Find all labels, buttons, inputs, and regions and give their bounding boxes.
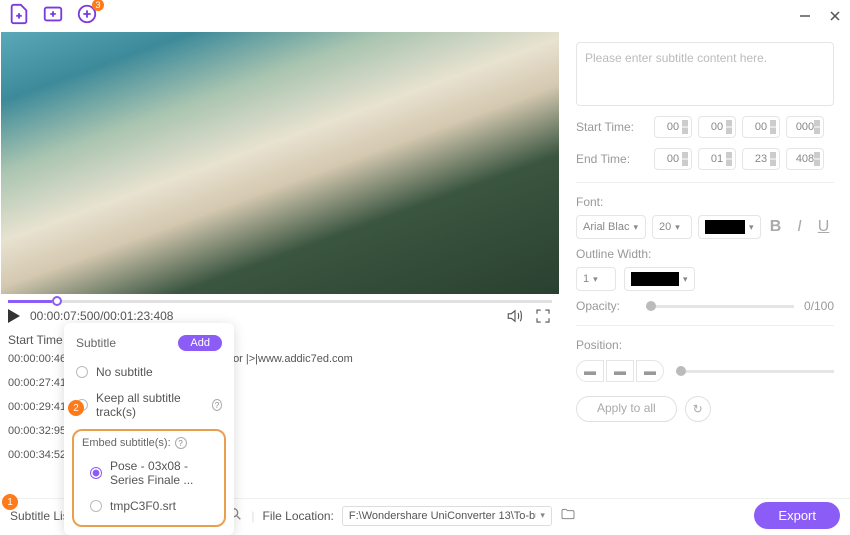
callout-marker-2: 2 xyxy=(68,400,84,416)
subtitle-content-input[interactable]: Please enter subtitle content here. xyxy=(576,42,834,106)
timecode: 00:00:07:500/00:01:23:408 xyxy=(30,309,173,323)
position-center[interactable]: ▬ xyxy=(606,360,634,382)
underline-button[interactable]: U xyxy=(815,218,833,236)
video-preview[interactable] xyxy=(1,32,559,294)
embed-option-1[interactable]: tmpC3F0.srt xyxy=(78,493,220,519)
end-hh[interactable]: 00 xyxy=(654,148,692,170)
outline-width-select[interactable]: 1▾ xyxy=(576,267,616,291)
no-subtitle-option[interactable]: No subtitle xyxy=(64,359,234,385)
export-button[interactable]: Export xyxy=(754,502,840,529)
end-ms[interactable]: 408 xyxy=(786,148,824,170)
end-time-label: End Time: xyxy=(576,152,646,166)
close-button[interactable] xyxy=(828,9,842,23)
font-label: Font: xyxy=(576,195,834,209)
apply-to-all-button[interactable]: Apply to all xyxy=(576,396,677,422)
bold-button[interactable]: B xyxy=(767,218,785,236)
position-right[interactable]: ▬ xyxy=(636,360,664,382)
opacity-value: 0/100 xyxy=(804,299,834,313)
outline-label: Outline Width: xyxy=(576,247,834,261)
font-color-select[interactable]: ▾ xyxy=(698,215,761,239)
minimize-button[interactable] xyxy=(798,9,812,23)
add-folder-icon[interactable] xyxy=(42,3,64,30)
italic-button[interactable]: I xyxy=(791,218,809,236)
start-time-label: Start Time: xyxy=(576,120,646,134)
help-icon[interactable]: ? xyxy=(175,437,187,449)
badge: 3 xyxy=(92,0,104,11)
folder-icon[interactable] xyxy=(560,506,576,525)
subtitle-popup: Subtitle Add No subtitle Keep all subtit… xyxy=(64,323,234,535)
add-subtitle-button[interactable]: Add xyxy=(178,335,222,351)
help-icon[interactable]: ? xyxy=(212,399,222,411)
start-ss[interactable]: 00 xyxy=(742,116,780,138)
popup-title: Subtitle xyxy=(76,336,116,350)
position-left[interactable]: ▬ xyxy=(576,360,604,382)
font-family-select[interactable]: Arial Blac▾ xyxy=(576,215,646,239)
keep-all-option[interactable]: Keep all subtitle track(s)? xyxy=(64,385,234,425)
refresh-button[interactable]: ↻ xyxy=(685,396,711,422)
font-size-select[interactable]: 20▾ xyxy=(652,215,692,239)
start-ms[interactable]: 000 xyxy=(786,116,824,138)
callout-marker-1: 1 xyxy=(2,494,18,510)
embed-label: Embed subtitle(s):? xyxy=(78,437,220,453)
play-button[interactable] xyxy=(8,309,20,323)
end-mm[interactable]: 01 xyxy=(698,148,736,170)
opacity-slider[interactable] xyxy=(646,305,794,308)
volume-icon[interactable] xyxy=(506,307,524,325)
start-hh[interactable]: 00 xyxy=(654,116,692,138)
add-file-icon[interactable] xyxy=(8,3,30,30)
position-label: Position: xyxy=(576,338,834,352)
outline-color-select[interactable]: ▾ xyxy=(624,267,695,291)
opacity-label: Opacity: xyxy=(576,299,636,313)
file-location-select[interactable]: F:\Wondershare UniConverter 13\To-bur▾ xyxy=(342,506,552,526)
position-slider[interactable] xyxy=(676,370,834,373)
end-ss[interactable]: 23 xyxy=(742,148,780,170)
start-mm[interactable]: 00 xyxy=(698,116,736,138)
fullscreen-icon[interactable] xyxy=(534,307,552,325)
file-location-label: File Location: xyxy=(263,509,334,523)
embed-option-0[interactable]: Pose - 03x08 - Series Finale ... xyxy=(78,453,220,493)
progress-bar[interactable] xyxy=(8,300,552,303)
add-subtitle-icon[interactable]: 3 xyxy=(76,3,98,30)
